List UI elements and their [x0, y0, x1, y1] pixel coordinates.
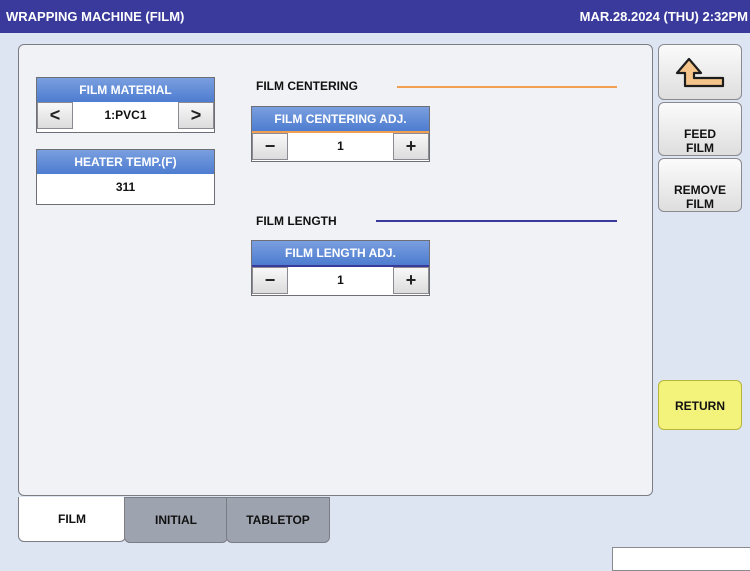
film-centering-divider: [397, 86, 617, 88]
film-panel: FILM MATERIAL < 1:PVC1 > HEATER TEMP.(F)…: [18, 44, 653, 496]
film-length-adj-label: FILM LENGTH ADJ.: [252, 241, 429, 267]
film-length-minus-button[interactable]: −: [252, 267, 288, 294]
film-material-label: FILM MATERIAL: [37, 78, 214, 102]
film-length-divider: [376, 220, 617, 222]
feed-film-label: FEED FILM: [683, 127, 716, 155]
title-bar: WRAPPING MACHINE (FILM) MAR.28.2024 (THU…: [0, 0, 750, 33]
heater-temp-label: HEATER TEMP.(F): [37, 150, 214, 174]
feed-film-button[interactable]: FEED FILM: [658, 102, 742, 156]
film-material-value: 1:PVC1: [104, 108, 147, 122]
next-material-button[interactable]: >: [178, 102, 214, 129]
film-material-box: FILM MATERIAL < 1:PVC1 >: [36, 77, 215, 133]
film-centering-adj-label: FILM CENTERING ADJ.: [252, 107, 429, 133]
chevron-right-icon: >: [190, 105, 202, 125]
remove-film-label: REMOVE FILM: [673, 183, 726, 211]
page-title: WRAPPING MACHINE (FILM): [6, 9, 185, 24]
return-arrow-icon: [675, 57, 725, 88]
prev-material-button[interactable]: <: [37, 102, 73, 129]
film-material-row: < 1:PVC1 >: [37, 102, 214, 129]
film-centering-minus-button[interactable]: −: [252, 133, 288, 160]
film-length-plus-button[interactable]: +: [393, 267, 429, 294]
film-centering-adj-box: FILM CENTERING ADJ. − 1 +: [251, 106, 430, 162]
film-centering-plus-button[interactable]: +: [393, 133, 429, 160]
minus-icon: −: [264, 136, 276, 156]
tab-tabletop[interactable]: TABLETOP: [226, 497, 330, 543]
back-button[interactable]: [658, 44, 742, 100]
film-centering-value: 1: [337, 139, 344, 153]
heater-temp-value: 311: [115, 180, 136, 194]
plus-icon: +: [405, 270, 417, 290]
film-centering-section-label: FILM CENTERING: [256, 79, 358, 93]
film-length-value: 1: [337, 273, 344, 287]
chevron-left-icon: <: [49, 105, 61, 125]
return-button[interactable]: RETURN: [658, 380, 742, 430]
tab-film[interactable]: FILM: [18, 497, 126, 542]
tab-initial[interactable]: INITIAL: [124, 497, 228, 543]
heater-temp-box: HEATER TEMP.(F) 311: [36, 149, 215, 205]
status-box: [612, 547, 750, 571]
remove-film-button[interactable]: REMOVE FILM: [658, 158, 742, 212]
return-label: RETURN: [675, 399, 725, 413]
plus-icon: +: [405, 136, 417, 156]
minus-icon: −: [264, 270, 276, 290]
datetime: MAR.28.2024 (THU) 2:32PM: [579, 9, 748, 24]
film-length-adj-box: FILM LENGTH ADJ. − 1 +: [251, 240, 430, 296]
film-length-section-label: FILM LENGTH: [256, 214, 337, 228]
